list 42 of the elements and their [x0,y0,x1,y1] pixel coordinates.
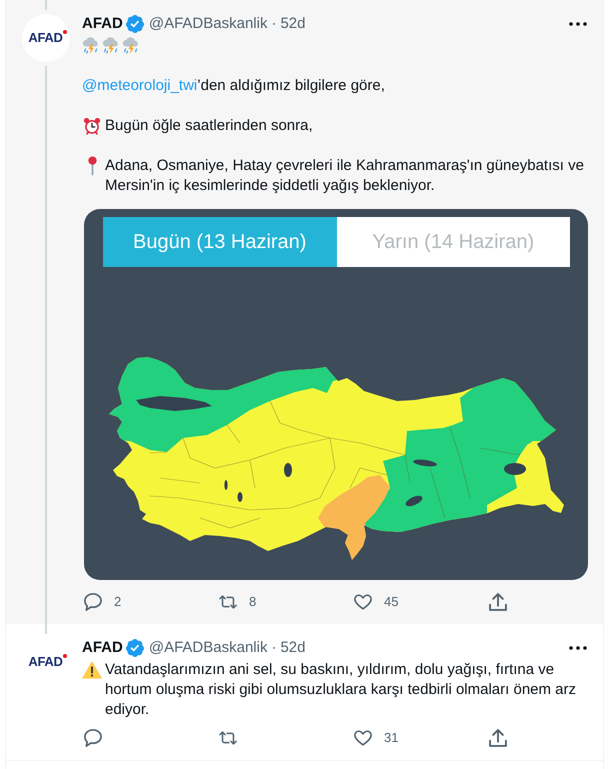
storm-cloud-icon [122,37,140,55]
tweet-text: Bugün öğle saatlerinden sonra, [105,116,313,136]
heart-icon [354,593,372,611]
repeat-arrows-icon [219,593,237,611]
logo-text: AFAD [28,655,63,669]
author-name[interactable]: AFAD [82,636,123,660]
author-name[interactable]: AFAD [82,12,123,36]
storm-cloud-icon [82,37,100,55]
reply-button[interactable] [84,728,102,748]
alarm-clock-icon [83,117,101,135]
tweet-text: Adana, Osmaniye, Hatay çevreleri ile Kahramanmaraş'ın güneybatısı ve Mersin'in iç kesimlerinde şiddetli yağış bekleniyor. [105,156,585,196]
speech-bubble-icon [84,729,102,747]
storm-cloud-icon [102,37,120,55]
share-icon [489,593,507,611]
more-icon[interactable] [569,646,587,650]
share-button[interactable] [489,728,507,748]
warning-icon [82,661,102,679]
logo-text: AFAD [28,31,63,45]
retweet-button[interactable]: 8 [219,592,256,612]
tab: Yarın (14 Haziran) [336,217,570,267]
tweet-text: Vatandaşlarımızın ani sel, su baskını, yıldırım, dolu yağışı, fırtına ve hortum oluşma riski gibi olumsuzluklara karşı tedbirli olmaları önem arz ediyor. [105,660,577,720]
logo-dot-icon [62,30,67,34]
tweet-text: @meteoroloji_twi’den aldığımız bilgilere göre, [82,77,385,94]
reply-button[interactable]: 2 [84,592,122,612]
logo-dot-icon [62,654,67,658]
share-button[interactable] [489,592,507,612]
repeat-arrows-icon [219,729,237,747]
separator-dot: · [271,14,276,34]
like-button[interactable]: 45 [354,592,398,612]
separator-dot: · [271,638,276,658]
post-time[interactable]: 52d [280,636,306,660]
author-handle[interactable]: @AFADBaskanlik [148,636,268,660]
pushpin-icon [88,156,96,176]
more-icon[interactable] [569,22,587,26]
share-icon [489,729,507,747]
tab: Bugün (13 Haziran) [103,217,336,267]
like-button[interactable]: 31 [354,728,398,748]
heart-icon [354,729,372,747]
author-handle[interactable]: @AFADBaskanlik [148,12,268,36]
speech-bubble-icon [84,593,102,611]
avatar[interactable]: AFAD [22,14,70,62]
post-time[interactable]: 52d [280,12,306,36]
